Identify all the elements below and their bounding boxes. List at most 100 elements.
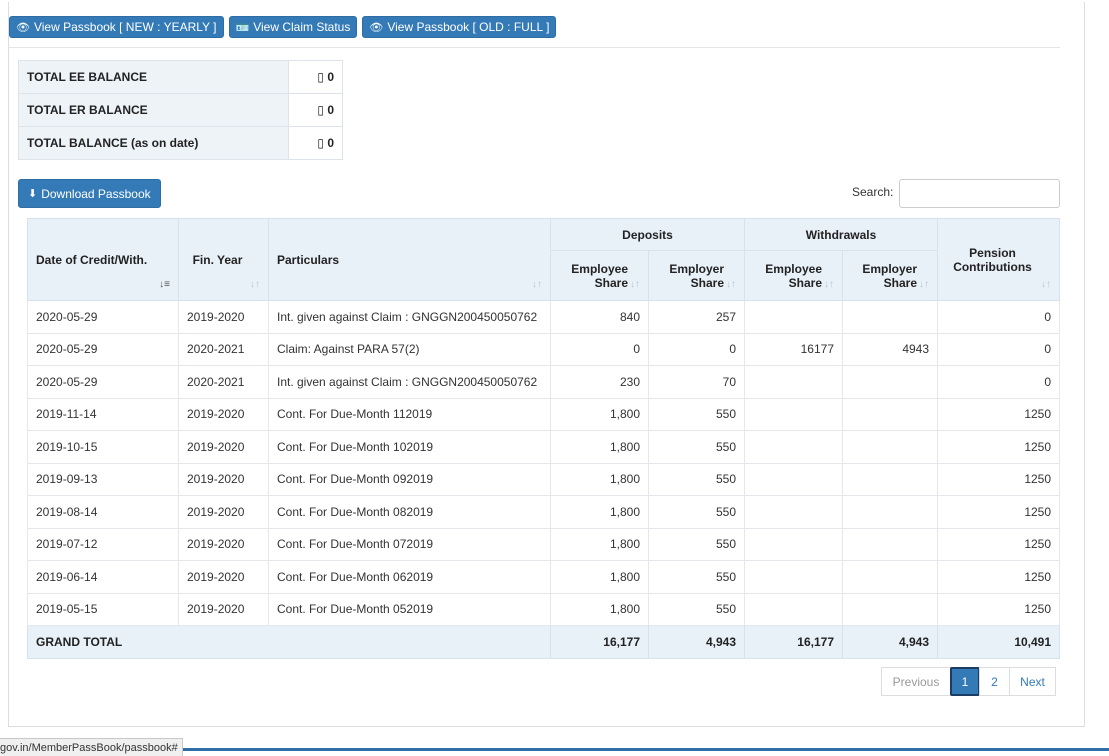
view-passbook-old-label: View Passbook [ OLD : FULL ] (387, 20, 550, 34)
sort-icon: ↓↑ (1041, 279, 1052, 290)
search-label: Search: (852, 185, 894, 199)
status-url: gov.in/MemberPassBook/passbook# (0, 741, 178, 754)
cell-deposit-employer: 550 (648, 495, 745, 529)
column-header-deposit-employer-share[interactable]: Employer Share ↓↑ (648, 250, 745, 301)
passbook-table: Date of Credit/With. ↓≡ Fin. Year ↓↑ Par… (27, 218, 1061, 659)
cell-date: 2020-05-29 (27, 332, 179, 366)
eye-icon: 👁 (369, 21, 384, 34)
download-passbook-button[interactable]: ⬇ Download Passbook (18, 179, 161, 208)
pagination-page-1[interactable]: 1 (950, 667, 980, 696)
column-group-withdrawals: Withdrawals (743, 218, 939, 251)
cell-withdrawal-employer (841, 300, 939, 334)
cell-particulars: Claim: Against PARA 57(2) (268, 332, 551, 366)
balance-label: TOTAL BALANCE (as on date) (18, 126, 289, 160)
cell-withdrawal-employer (841, 527, 939, 561)
cell-withdrawal-employee (744, 300, 843, 334)
sort-icon: ↓↑ (250, 279, 260, 290)
cell-particulars: Int. given against Claim : GNGGN20045005… (268, 300, 551, 334)
balance-value: ▯ 0 (288, 93, 343, 127)
column-header-withdrawal-employee-share[interactable]: Employee Share ↓↑ (744, 250, 843, 301)
cell-fin-year: 2019-2020 (178, 560, 269, 594)
cell-withdrawal-employee: 16177 (744, 332, 843, 366)
cell-deposit-employer: 0 (648, 332, 745, 366)
table-row: 2019-08-14 2019-2020 Cont. For Due-Month 0… (27, 495, 1061, 529)
cell-date: 2019-10-15 (27, 430, 179, 464)
column-header-withdrawal-employer-share[interactable]: Employer Share ↓↑ (841, 250, 939, 301)
column-header-deposit-employee-share[interactable]: Employee Share ↓↑ (550, 250, 649, 301)
cell-pension: 0 (937, 332, 1061, 366)
view-claim-status-button[interactable]: 🪪 View Claim Status (228, 16, 358, 38)
view-passbook-new-label: View Passbook [ NEW : YEARLY ] (33, 20, 217, 34)
column-header-particulars[interactable]: Particulars ↓↑ (268, 218, 551, 301)
grand-total-pension: 10,491 (937, 625, 1061, 659)
sort-icon: ↓↑ (726, 279, 736, 290)
cell-deposit-employer: 550 (648, 397, 745, 431)
cell-date: 2019-11-14 (27, 397, 179, 431)
cell-fin-year: 2020-2021 (178, 365, 269, 399)
cell-pension: 0 (937, 300, 1061, 334)
sort-icon: ↓↑ (919, 279, 930, 290)
cell-date: 2019-05-15 (27, 592, 179, 626)
cell-deposit-employer: 550 (648, 430, 745, 464)
cell-date: 2019-06-14 (27, 560, 179, 594)
cell-withdrawal-employee (744, 592, 843, 626)
pagination-next[interactable]: Next (1009, 667, 1056, 696)
sort-icon: ↓↑ (824, 279, 834, 290)
cell-fin-year: 2019-2020 (178, 527, 269, 561)
column-header-fin-year[interactable]: Fin. Year ↓↑ (178, 218, 269, 301)
search-input[interactable] (899, 179, 1060, 208)
id-card-icon: 🪪 (235, 21, 250, 34)
sort-desc-icon: ↓≡ (159, 279, 170, 290)
balance-row-er: TOTAL ER BALANCE ▯ 0 (18, 93, 343, 127)
cell-pension: 1250 (937, 527, 1061, 561)
cell-particulars: Cont. For Due-Month 082019 (268, 495, 551, 529)
cell-date: 2020-05-29 (27, 300, 179, 334)
table-row: 2019-06-14 2019-2020 Cont. For Due-Month 0… (27, 560, 1061, 594)
balance-label: TOTAL EE BALANCE (18, 60, 289, 94)
pagination-previous[interactable]: Previous (881, 667, 951, 696)
cell-fin-year: 2019-2020 (178, 495, 269, 529)
cell-withdrawal-employer (841, 495, 939, 529)
top-toolbar: 👁 View Passbook [ NEW : YEARLY ] 🪪 View … (9, 16, 557, 40)
cell-deposit-employee: 1,800 (550, 592, 649, 626)
grand-total-label: GRAND TOTAL (27, 625, 551, 659)
cell-deposit-employee: 840 (550, 300, 649, 334)
cell-withdrawal-employer: 4943 (841, 332, 939, 366)
table-row: 2020-05-29 2019-2020 Int. given against Cl… (27, 300, 1061, 334)
cell-deposit-employee: 230 (550, 365, 649, 399)
cell-withdrawal-employer (841, 397, 939, 431)
cell-particulars: Cont. For Due-Month 062019 (268, 560, 551, 594)
cell-pension: 1250 (937, 430, 1061, 464)
table-row: 2019-05-15 2019-2020 Cont. For Due-Month 0… (27, 592, 1061, 626)
table-row: 2019-10-15 2019-2020 Cont. For Due-Month 1… (27, 430, 1061, 464)
view-passbook-new-button[interactable]: 👁 View Passbook [ NEW : YEARLY ] (9, 16, 224, 38)
sort-icon: ↓↑ (532, 279, 542, 290)
pagination-page-2[interactable]: 2 (979, 667, 1010, 696)
cell-withdrawal-employee (744, 397, 843, 431)
cell-deposit-employee: 1,800 (550, 462, 649, 496)
cell-particulars: Cont. For Due-Month 102019 (268, 430, 551, 464)
balance-summary-table: TOTAL EE BALANCE ▯ 0 TOTAL ER BALANCE ▯ … (18, 60, 343, 160)
eye-icon: 👁 (16, 21, 30, 34)
cell-deposit-employee: 1,800 (550, 560, 649, 594)
cell-deposit-employer: 550 (648, 462, 745, 496)
grand-total-withdrawal-employer: 4,943 (841, 625, 939, 659)
column-header-pension[interactable]: Pension Contributions ↓↑ (937, 218, 1061, 301)
cell-pension: 1250 (937, 462, 1061, 496)
grand-total-deposit-employee: 16,177 (550, 625, 649, 659)
cell-withdrawal-employer (841, 365, 939, 399)
cell-deposit-employer: 550 (648, 592, 745, 626)
table-row: 2019-09-13 2019-2020 Cont. For Due-Month 0… (27, 462, 1061, 496)
cell-pension: 1250 (937, 495, 1061, 529)
cell-withdrawal-employer (841, 430, 939, 464)
cell-particulars: Cont. For Due-Month 052019 (268, 592, 551, 626)
column-header-date[interactable]: Date of Credit/With. ↓≡ (27, 218, 179, 301)
view-passbook-old-button[interactable]: 👁 View Passbook [ OLD : FULL ] (362, 16, 557, 38)
cell-deposit-employer: 550 (648, 560, 745, 594)
balance-label: TOTAL ER BALANCE (18, 93, 289, 127)
grand-total-deposit-employer: 4,943 (648, 625, 745, 659)
cell-date: 2019-09-13 (27, 462, 179, 496)
cell-fin-year: 2019-2020 (178, 462, 269, 496)
table-row: 2019-11-14 2019-2020 Cont. For Due-Month 1… (27, 397, 1061, 431)
cell-particulars: Cont. For Due-Month 092019 (268, 462, 551, 496)
